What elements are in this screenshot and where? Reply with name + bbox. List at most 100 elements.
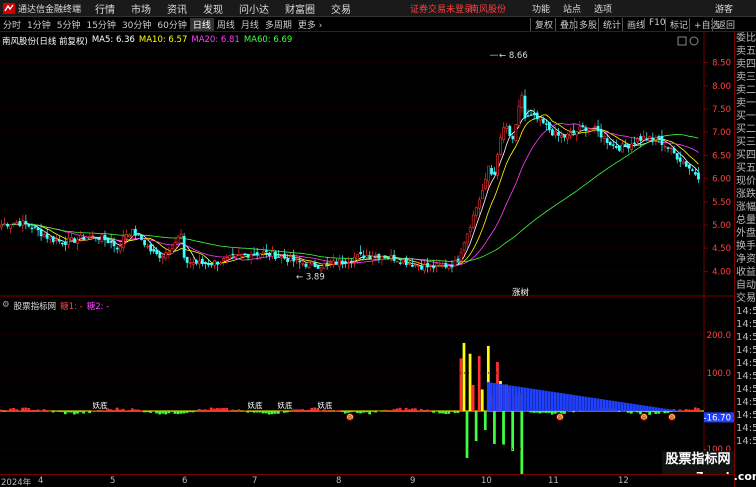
tab-1min[interactable]: 1分钟 (24, 18, 54, 31)
indicator-bar (651, 411, 655, 413)
indicator-bar (578, 411, 581, 412)
candle-body (529, 114, 533, 116)
stats-button[interactable]: 统计 (598, 18, 625, 31)
x-label-apr: 4 (38, 476, 44, 486)
indicator-bar (243, 410, 247, 412)
indicator-fill-bar (611, 400, 615, 412)
indicator-bar (356, 411, 359, 413)
side-panel-item: 现价 (736, 176, 756, 187)
indicator-bar (401, 410, 405, 412)
tab-multi-period[interactable]: 多周期 (262, 18, 295, 31)
price-tick-label: 8.50 (712, 59, 731, 69)
candle-body (481, 190, 484, 200)
menu-discover[interactable]: 发现 (203, 1, 223, 16)
candle-body (6, 223, 9, 227)
menu-options[interactable]: 选项 (594, 2, 612, 15)
candle-body (57, 239, 61, 242)
candle-body (608, 141, 612, 146)
candle-body (517, 105, 521, 126)
indicator-title[interactable]: 股票指标网 (14, 300, 57, 312)
indicator-bar (91, 410, 95, 412)
indicator-bar (337, 410, 341, 412)
candle-body (51, 236, 55, 243)
indicator-bar (654, 411, 658, 414)
indicator-bar (639, 411, 642, 415)
candle-body (76, 239, 79, 244)
tab-more[interactable]: 更多 › (295, 18, 326, 31)
candle-body (334, 261, 338, 265)
side-panel-item: 换手 (736, 241, 756, 252)
tab-5min[interactable]: 5分钟 (54, 18, 84, 31)
menu-news[interactable]: 资讯 (167, 1, 187, 16)
login-warning[interactable]: 证券交易未登录 (410, 2, 473, 15)
indicator-bar (392, 409, 396, 412)
candle-body (554, 130, 557, 136)
indicator-bar (24, 407, 28, 412)
tab-daily[interactable]: 日线 (189, 17, 214, 31)
candle-body (605, 138, 609, 144)
menu-ask[interactable]: 问小达 (239, 1, 269, 16)
indicator-bar (526, 411, 530, 412)
candle-body (313, 261, 317, 267)
x-label-may: 5 (110, 476, 116, 486)
tab-15min[interactable]: 15分钟 (83, 18, 118, 31)
indicator-bar (301, 409, 305, 412)
candle-body (179, 233, 183, 238)
candle-body (499, 137, 503, 155)
candle-body (134, 228, 137, 236)
menu-trade[interactable]: 交易 (331, 1, 351, 16)
indicator-fill-bar (563, 393, 566, 412)
mark-button[interactable]: 标记 (665, 18, 692, 31)
candle-body (359, 251, 363, 255)
candle-body (502, 127, 506, 141)
candle-body (283, 253, 286, 259)
menu-site[interactable]: 站点 (563, 2, 581, 15)
candle-body (505, 126, 509, 130)
candle-body (694, 172, 697, 175)
menu-guest[interactable]: 游客 (715, 2, 733, 15)
candle-body (64, 241, 67, 245)
indicator-fill-bar (620, 402, 624, 412)
tab-60min[interactable]: 60分钟 (154, 18, 189, 31)
candle-body (103, 234, 107, 241)
indicator-bar (669, 411, 673, 412)
candle-body (167, 251, 171, 255)
candle-body (426, 262, 429, 268)
tab-monthly[interactable]: 月线 (238, 18, 262, 31)
indicator-bar (231, 409, 235, 412)
candle-body (100, 234, 104, 242)
candle-body (3, 223, 6, 226)
adjust-button[interactable]: 复权 (530, 18, 557, 31)
menu-function[interactable]: 功能 (532, 2, 550, 15)
indicator-bar (572, 411, 575, 413)
indicator-bar (273, 411, 277, 414)
candle-body (697, 172, 700, 180)
price-tick-label: 7.00 (712, 128, 731, 138)
candle-body (137, 233, 140, 235)
indicator-bar (216, 407, 219, 412)
indicator-bar (350, 411, 353, 413)
tab-30min[interactable]: 30分钟 (119, 18, 154, 31)
indicator-bar (197, 409, 201, 412)
indicator-tick-label: 100.0 (707, 369, 731, 379)
indicator-fill-bar (572, 394, 575, 412)
indicator-bar (94, 410, 98, 412)
indicator-bar (535, 411, 539, 413)
indicator-fill-bar (490, 382, 493, 412)
side-panel-item: 委比 (736, 33, 756, 44)
indicator-settings-icon[interactable]: ⚙ (2, 300, 10, 311)
candle-body (678, 157, 682, 162)
menu-wealth[interactable]: 财富圈 (285, 1, 315, 16)
candle-body (447, 265, 451, 270)
indicator-bar (70, 411, 73, 413)
menu-market[interactable]: 市场 (131, 1, 151, 16)
multi-stock-button[interactable]: 多股 (574, 18, 601, 31)
kline-chart[interactable]: 8.50 8.00 7.50 7.00 6.50 6.00 5.50 5.00 4.50 4.00… (0, 32, 734, 474)
candle-body (538, 117, 542, 121)
indicator-fill-bar (502, 384, 505, 412)
back-button[interactable]: 返回 (712, 18, 739, 31)
tab-intraday[interactable]: 分时 (0, 18, 24, 31)
tab-weekly[interactable]: 周线 (214, 18, 238, 31)
menu-quotes[interactable]: 行情 (95, 1, 115, 16)
candle-body (511, 136, 515, 140)
